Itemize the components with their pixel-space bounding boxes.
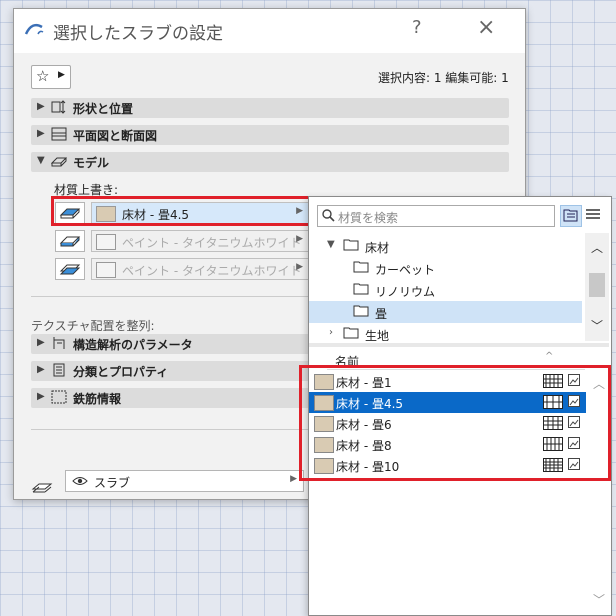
eye-icon (72, 477, 88, 485)
collapse-arrow-icon: ▼ (37, 155, 45, 166)
search-icon (322, 209, 335, 222)
splitter[interactable] (309, 343, 609, 347)
view-select[interactable]: スラブ ▶ (65, 470, 304, 492)
texture-align-label: テクスチャ配置を整列: (31, 319, 155, 333)
section-label: 平面図と断面図 (73, 129, 158, 143)
expand-arrow-icon: ▶ (37, 364, 45, 375)
title-bar[interactable]: 選択したスラブの設定 ? × (14, 9, 525, 53)
section-model[interactable]: ▼ モデル (31, 152, 509, 172)
archicad-logo-icon (24, 23, 44, 35)
tree-item-fabric[interactable]: › 生地 (309, 323, 582, 341)
section-geometry[interactable]: ▶ 形状と位置 (31, 98, 509, 118)
expand-arrow-icon: ▶ (37, 101, 45, 112)
material-swatch (96, 234, 116, 250)
slab-bottom-surface-icon (59, 264, 81, 275)
structure-icon (53, 337, 65, 349)
search-placeholder: 材質を検索 (338, 211, 399, 225)
expand-arrow-icon: ▶ (37, 128, 45, 139)
tree-item-linoleum[interactable]: リノリウム (309, 279, 582, 301)
edge-surface-button[interactable] (55, 230, 85, 252)
bottom-surface-button[interactable] (55, 258, 85, 280)
geometry-icon (51, 100, 66, 114)
rebar-icon (51, 390, 67, 404)
highlight-box (299, 365, 611, 481)
tree-item-label: カーペット (375, 263, 436, 277)
section-label: モデル (73, 156, 110, 170)
folder-icon (353, 305, 369, 317)
dialog-title: 選択したスラブの設定 (53, 24, 223, 44)
folder-icon (353, 283, 369, 295)
folder-icon (353, 261, 369, 273)
tree-scrollbar[interactable]: ︿ ﹀ (585, 233, 609, 341)
tree-item-label: 生地 (365, 329, 390, 341)
section-label: 形状と位置 (73, 102, 134, 116)
expand-arrow-icon: ▶ (37, 391, 45, 402)
material-search-input[interactable]: 材質を検索 (317, 205, 555, 227)
collapse-arrow-icon: ▼ (327, 239, 335, 250)
model-icon (51, 157, 67, 167)
tree-item-label: 床材 (365, 241, 390, 255)
material-tree: ▼ 床材 カーペット リノリウム 畳 › 生地 (309, 233, 582, 341)
tree-item-carpet[interactable]: カーペット (309, 257, 582, 279)
scroll-up-icon: ︿ (591, 241, 604, 255)
classification-icon (53, 363, 65, 377)
section-label: 分類とプロパティ (73, 365, 169, 379)
tree-item-label: 畳 (375, 307, 388, 321)
sort-arrow-icon: ^ (545, 351, 554, 362)
folder-icon (343, 239, 359, 251)
folder-tree-icon (563, 209, 578, 222)
view-select-label: スラブ (94, 476, 131, 490)
layer-stack-icon[interactable] (31, 479, 53, 495)
material-label: ペイント - タイタニウムホワイト (122, 264, 302, 278)
material-label: ペイント - タイタニウムホワイト (122, 236, 302, 250)
scrollbar-thumb[interactable] (589, 273, 605, 297)
favorites-button[interactable]: ☆ ▶ (31, 65, 71, 89)
help-button[interactable]: ? (412, 17, 422, 38)
chevron-right-icon: ▶ (296, 262, 303, 272)
edge-material-select[interactable]: ペイント - タイタニウムホワイト ▶ (91, 230, 310, 252)
close-button[interactable]: × (477, 15, 495, 40)
folder-icon (343, 327, 359, 339)
chevron-right-icon: ▶ (296, 234, 303, 244)
scroll-down-icon: ﹀ (591, 319, 604, 333)
selection-info: 選択内容: 1 編集可能: 1 (378, 71, 509, 85)
chevron-right-icon: ▶ (290, 474, 297, 484)
section-label: 構造解析のパラメータ (73, 338, 193, 352)
section-floorplan[interactable]: ▶ 平面図と断面図 (31, 125, 509, 145)
tree-view-button[interactable] (560, 205, 582, 227)
list-view-icon[interactable] (585, 207, 601, 223)
tree-item-label: リノリウム (375, 285, 436, 299)
star-icon: ☆ (36, 67, 50, 85)
expand-arrow-icon: › (329, 327, 333, 338)
expand-arrow-icon: ▶ (37, 337, 45, 348)
tree-item-flooring[interactable]: ▼ 床材 (309, 235, 582, 257)
scroll-down-icon: ﹀ (593, 593, 606, 607)
material-swatch (96, 262, 116, 278)
chevron-right-icon: ▶ (58, 70, 65, 80)
slab-edge-surface-icon (59, 236, 81, 247)
floorplan-icon (51, 127, 67, 141)
highlight-box (51, 196, 311, 226)
tree-item-tatami[interactable]: 畳 (309, 301, 582, 323)
section-label: 鉄筋情報 (73, 392, 122, 406)
bottom-material-select[interactable]: ペイント - タイタニウムホワイト ▶ (91, 258, 310, 280)
